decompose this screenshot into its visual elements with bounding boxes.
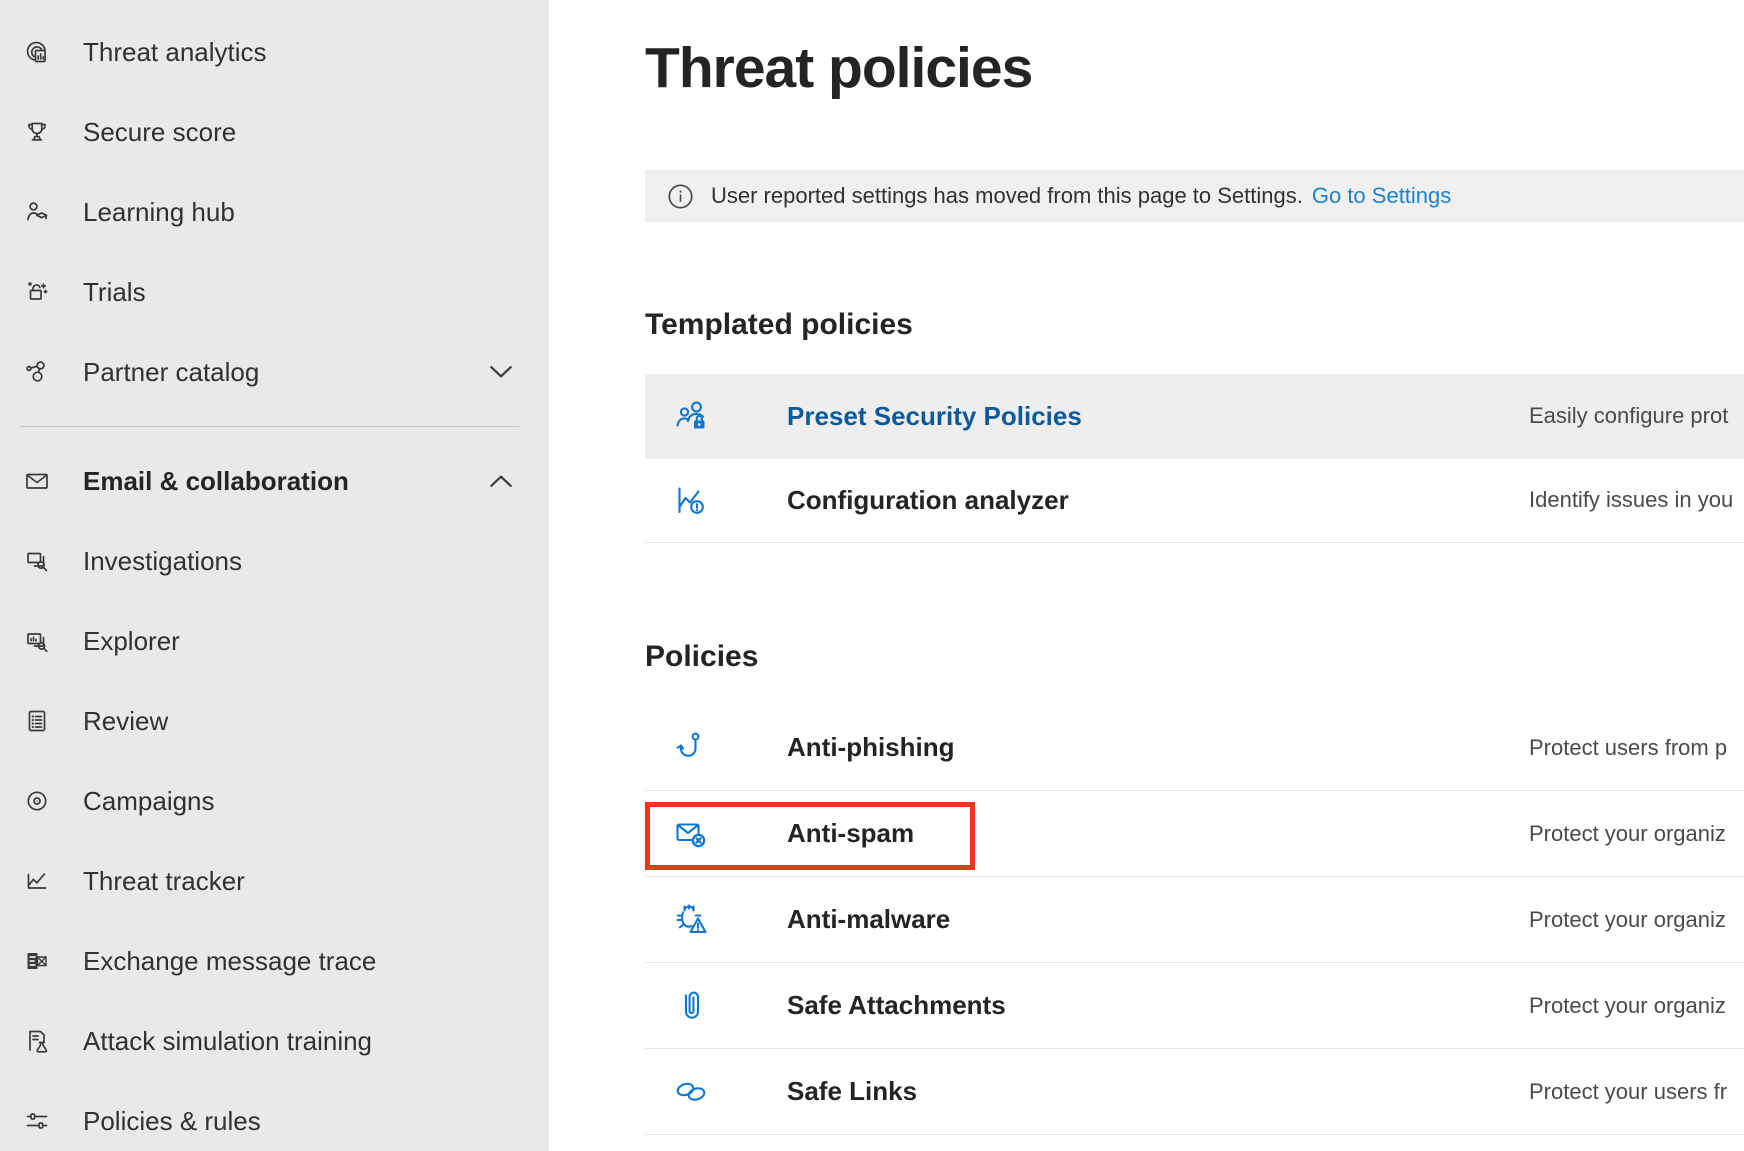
learning-hub-icon — [21, 196, 53, 228]
sidebar-item-label: Trials — [83, 277, 146, 308]
row-label-configuration-analyzer: Configuration analyzer — [787, 485, 1069, 516]
templated-policies-list: Preset Security Policies Easily configure… — [645, 374, 1744, 543]
configuration-analyzer-icon — [672, 480, 712, 520]
page-title: Threat policies — [645, 36, 1032, 102]
row-label-anti-spam: Anti-spam — [787, 818, 914, 849]
chevron-down-icon[interactable] — [489, 366, 513, 379]
sidebar-item-label: Review — [83, 706, 168, 737]
safe-attachments-icon — [672, 986, 712, 1026]
trials-icon — [21, 276, 53, 308]
attack-simulation-training-icon — [21, 1025, 53, 1057]
threat-analytics-icon — [21, 36, 53, 68]
sidebar-item-label: Policies & rules — [83, 1106, 261, 1137]
row-anti-malware[interactable]: Anti-malware Protect your organiz — [645, 877, 1744, 963]
sidebar-item-label: Partner catalog — [83, 357, 259, 388]
email-collaboration-icon — [21, 465, 53, 497]
exchange-message-trace-icon — [21, 945, 53, 977]
row-description: Identify issues in you — [1529, 487, 1744, 513]
row-label-anti-malware: Anti-malware — [787, 904, 950, 935]
sidebar-item-threat-tracker[interactable]: Threat tracker — [0, 841, 549, 921]
explorer-icon — [21, 625, 53, 657]
sidebar-item-policies-rules[interactable]: Policies & rules — [0, 1081, 549, 1151]
go-to-settings-link[interactable]: Go to Settings — [1312, 183, 1451, 209]
banner-text: User reported settings has moved from th… — [711, 183, 1303, 209]
sidebar-item-review[interactable]: Review — [0, 681, 549, 761]
row-description: Protect your organiz — [1529, 993, 1744, 1019]
sidebar-item-label: Attack simulation training — [83, 1026, 372, 1057]
review-icon — [21, 705, 53, 737]
sidebar-item-label: Threat tracker — [83, 866, 245, 897]
sidebar-item-explorer[interactable]: Explorer — [0, 601, 549, 681]
info-banner: User reported settings has moved from th… — [645, 170, 1744, 222]
sidebar-divider — [20, 426, 519, 427]
row-label-preset-security-policies[interactable]: Preset Security Policies — [787, 401, 1082, 432]
threat-tracker-icon — [21, 865, 53, 897]
anti-phishing-icon — [672, 728, 712, 768]
sidebar-item-label: Secure score — [83, 117, 236, 148]
policies-list: Anti-phishing Protect users from p Anti-sp… — [645, 705, 1744, 1135]
investigations-icon — [21, 545, 53, 577]
sidebar-item-threat-analytics[interactable]: Threat analytics — [0, 12, 549, 92]
row-description: Protect users from p — [1529, 735, 1744, 761]
templated-policies-heading: Templated policies — [645, 308, 913, 342]
policies-rules-icon — [21, 1105, 53, 1137]
anti-spam-icon — [672, 814, 712, 854]
anti-malware-icon — [672, 900, 712, 940]
row-preset-security-policies[interactable]: Preset Security Policies Easily configure… — [645, 374, 1744, 459]
sidebar-item-trials[interactable]: Trials — [0, 252, 549, 332]
sidebar-nav: Threat analytics Secure score Learning hub… — [0, 0, 549, 1151]
sidebar-item-label: Exchange message trace — [83, 946, 376, 977]
sidebar-item-partner-catalog[interactable]: Partner catalog — [0, 332, 549, 412]
sidebar: Threat analytics Secure score Learning hub… — [0, 0, 549, 1151]
sidebar-item-exchange-message-trace[interactable]: Exchange message trace — [0, 921, 549, 1001]
sidebar-item-investigations[interactable]: Investigations — [0, 521, 549, 601]
sidebar-item-label: Learning hub — [83, 197, 235, 228]
sidebar-item-label: Explorer — [83, 626, 180, 657]
row-description: Easily configure prot — [1529, 403, 1744, 429]
safe-links-icon — [672, 1072, 712, 1112]
row-anti-phishing[interactable]: Anti-phishing Protect users from p — [645, 705, 1744, 791]
row-label-safe-links: Safe Links — [787, 1076, 917, 1107]
row-configuration-analyzer[interactable]: Configuration analyzer Identify issues in… — [645, 459, 1744, 544]
partner-catalog-icon — [21, 356, 53, 388]
sidebar-item-attack-simulation-training[interactable]: Attack simulation training — [0, 1001, 549, 1081]
row-anti-spam[interactable]: Anti-spam Protect your organiz — [645, 791, 1744, 877]
sidebar-item-label: Threat analytics — [83, 37, 267, 68]
row-safe-links[interactable]: Safe Links Protect your users fr — [645, 1049, 1744, 1135]
info-icon — [667, 183, 694, 210]
app-window: Threat analytics Secure score Learning hub… — [0, 0, 1744, 1151]
row-label-anti-phishing: Anti-phishing — [787, 732, 955, 763]
sidebar-item-label: Email & collaboration — [83, 466, 349, 497]
policies-heading: Policies — [645, 640, 758, 674]
row-description: Protect your organiz — [1529, 821, 1744, 847]
row-label-safe-attachments: Safe Attachments — [787, 990, 1006, 1021]
preset-security-policies-icon — [672, 396, 712, 436]
sidebar-item-campaigns[interactable]: Campaigns — [0, 761, 549, 841]
secure-score-icon — [21, 116, 53, 148]
row-description: Protect your users fr — [1529, 1079, 1744, 1105]
sidebar-item-secure-score[interactable]: Secure score — [0, 92, 549, 172]
chevron-up-icon[interactable] — [489, 475, 513, 488]
sidebar-item-learning-hub[interactable]: Learning hub — [0, 172, 549, 252]
row-safe-attachments[interactable]: Safe Attachments Protect your organiz — [645, 963, 1744, 1049]
campaigns-icon — [21, 785, 53, 817]
sidebar-item-label: Campaigns — [83, 786, 215, 817]
main-content: Threat policies User reported settings h… — [549, 0, 1744, 1151]
sidebar-item-email-collaboration[interactable]: Email & collaboration — [0, 441, 549, 521]
sidebar-item-label: Investigations — [83, 546, 242, 577]
row-description: Protect your organiz — [1529, 907, 1744, 933]
